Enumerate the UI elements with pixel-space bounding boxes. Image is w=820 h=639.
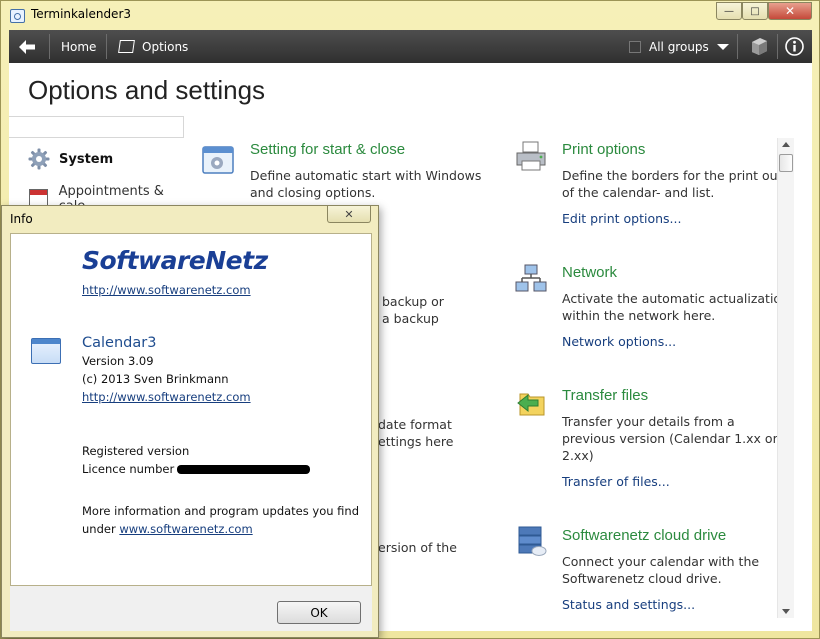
version-text: Version 3.09: [82, 354, 154, 368]
info-icon[interactable]: [785, 37, 804, 56]
main-window: Terminkalender3 — □ ✕ Home Options All g…: [0, 0, 820, 639]
transfer-files-icon: [517, 393, 545, 416]
more-info-line: under www.softwarenetz.com: [82, 522, 253, 536]
window-title: Terminkalender3: [31, 7, 132, 21]
section-title[interactable]: Setting for start & close: [250, 141, 520, 158]
scroll-up-arrow-icon[interactable]: [782, 142, 790, 147]
partial-text: ersion of the: [378, 540, 457, 555]
back-arrow-icon[interactable]: [18, 39, 36, 55]
logo-url-link[interactable]: http://www.softwarenetz.com: [82, 283, 251, 297]
maximize-button[interactable]: □: [742, 2, 768, 20]
options-label: Options: [142, 39, 189, 54]
section-description: Define automatic start with Windows and …: [250, 168, 482, 200]
groups-dropdown[interactable]: All groups: [629, 30, 729, 63]
app-name: Calendar3: [82, 335, 157, 351]
sidebar-item-system[interactable]: System: [9, 141, 184, 177]
more-info-text: More information and program updates you…: [82, 504, 360, 518]
info-dialog: Info ✕ SoftwareNetz http://www.softwaren…: [1, 205, 379, 638]
sidebar-item-label: System: [59, 151, 114, 167]
gear-icon: [28, 148, 50, 170]
dialog-title: Info: [10, 212, 33, 226]
copyright-text: (c) 2013 Sven Brinkmann: [82, 372, 229, 386]
cloud-drive-icon: [518, 526, 547, 556]
dialog-body: SoftwareNetz http://www.softwarenetz.com…: [10, 233, 372, 586]
options-button[interactable]: Options: [118, 30, 189, 63]
chevron-down-icon: [716, 43, 729, 50]
scroll-down-arrow-icon[interactable]: [782, 609, 790, 614]
page-title: Options and settings: [28, 75, 266, 105]
groups-checkbox[interactable]: [629, 40, 641, 53]
groups-label: All groups: [649, 39, 709, 54]
app-url-link[interactable]: http://www.softwarenetz.com: [82, 390, 251, 404]
redacted-licence-number: [177, 465, 311, 474]
minimize-button[interactable]: —: [716, 2, 742, 20]
toolbar: Home Options All groups: [9, 30, 812, 63]
softwarenetz-logo: SoftwareNetz: [82, 246, 268, 275]
vertical-scrollbar[interactable]: [777, 138, 794, 618]
home-button[interactable]: Home: [61, 30, 96, 63]
calendar-app-icon: [31, 338, 61, 364]
options-page-icon: [118, 40, 135, 53]
partial-text: backup or a backup: [382, 294, 444, 326]
scrollbar-thumb[interactable]: [779, 154, 793, 172]
ok-button[interactable]: OK: [277, 601, 361, 624]
close-button[interactable]: ✕: [768, 2, 812, 20]
title-bar: Terminkalender3 — □ ✕: [1, 1, 819, 29]
partial-text: date format ettings here: [378, 417, 454, 449]
network-icon: [515, 264, 547, 292]
window-settings-icon: [202, 146, 234, 174]
app-calendar-icon: [10, 9, 25, 23]
cube-icon[interactable]: [749, 37, 769, 56]
more-info-link[interactable]: www.softwarenetz.com: [119, 522, 252, 536]
dialog-close-button[interactable]: ✕: [327, 206, 371, 223]
printer-icon: [516, 141, 546, 171]
registered-text: Registered version: [82, 444, 190, 458]
dialog-footer: OK: [10, 586, 372, 631]
licence-line: Licence number: [82, 460, 311, 478]
